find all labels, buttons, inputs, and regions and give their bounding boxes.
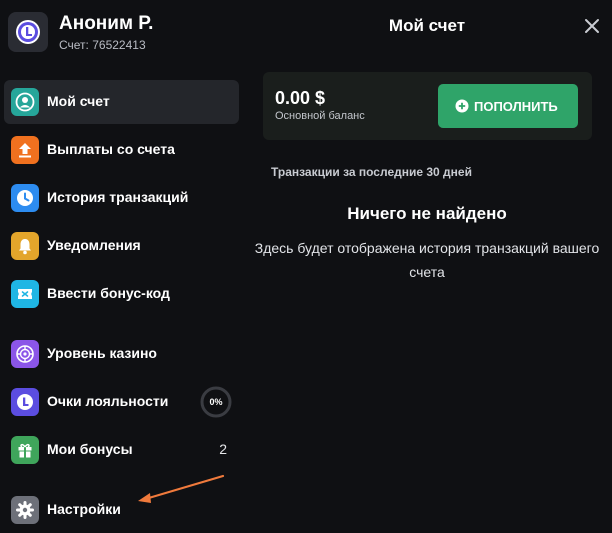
annotation-arrow-icon: [138, 474, 225, 503]
